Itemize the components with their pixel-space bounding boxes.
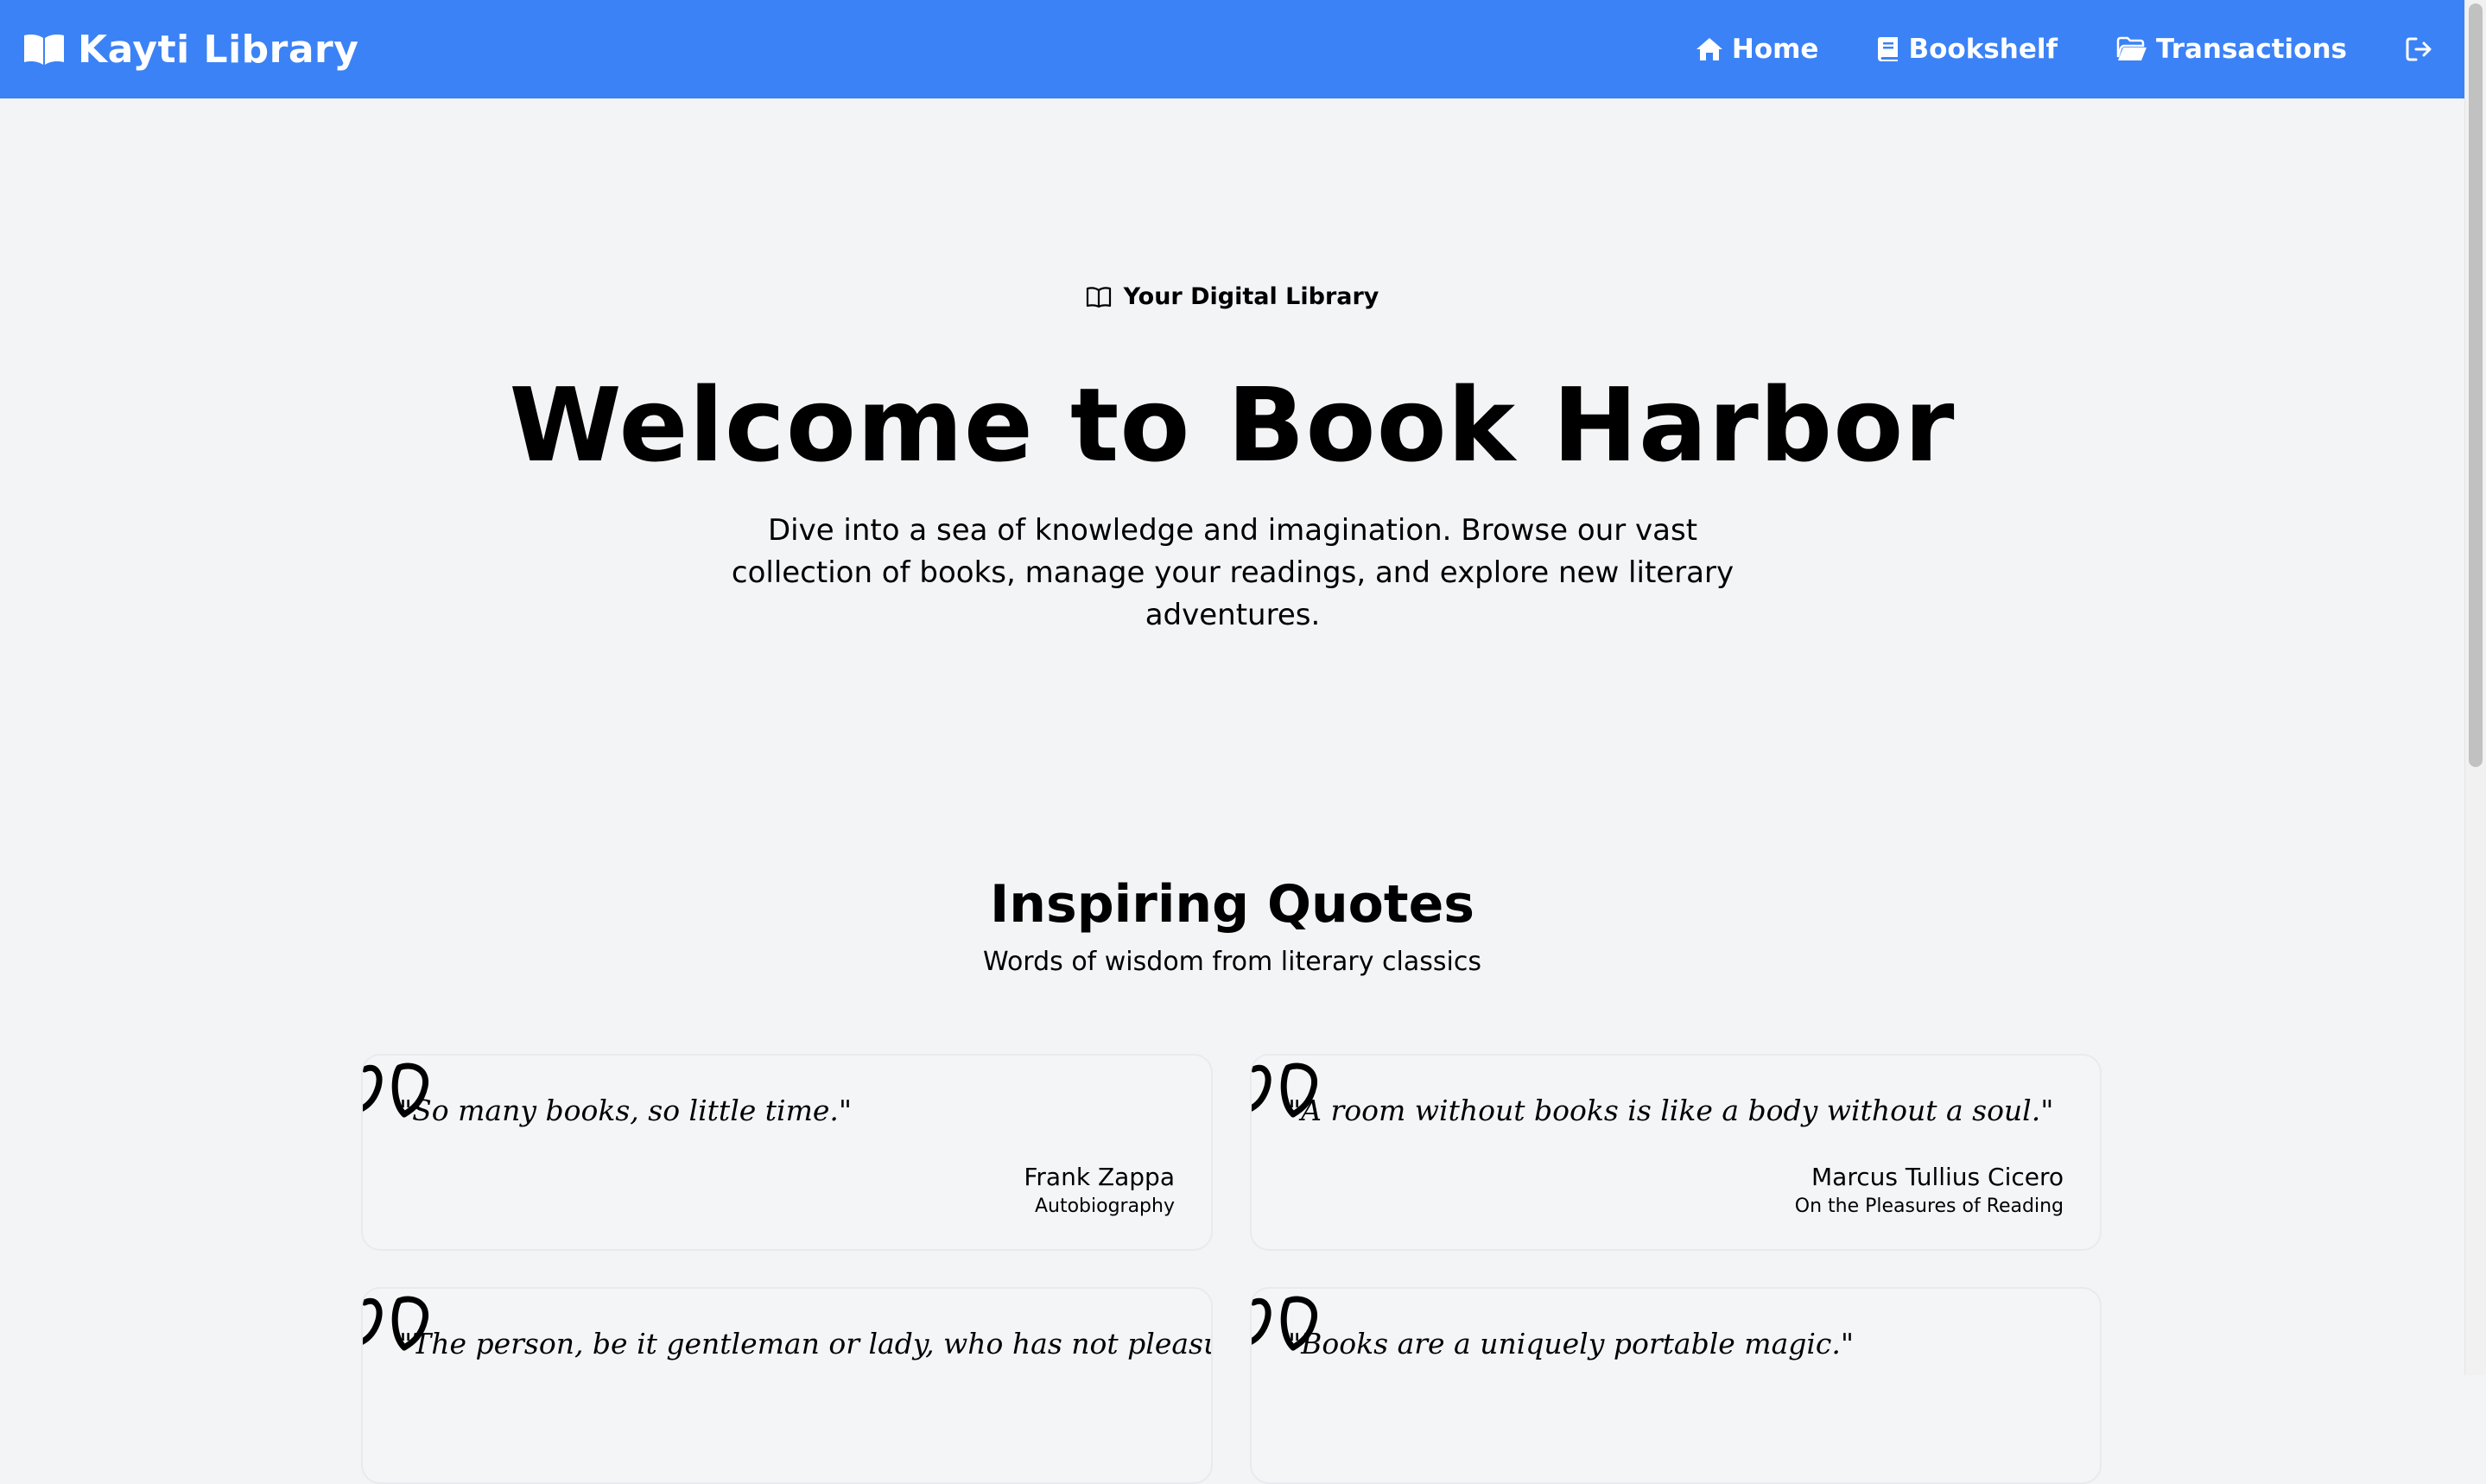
nav-bookshelf[interactable]: Bookshelf bbox=[1877, 34, 2058, 65]
quote-text: "A room without books is like a body wit… bbox=[1288, 1094, 2054, 1127]
quote-card: "So many books, so little time." Frank Z… bbox=[361, 1054, 1213, 1251]
book-open-outline-icon bbox=[1086, 286, 1111, 308]
hero-badge-label: Your Digital Library bbox=[1123, 283, 1379, 310]
quote-author: Frank Zappa bbox=[1024, 1163, 1175, 1191]
hero-title: Welcome to Book Harbor bbox=[509, 365, 1956, 485]
quote-card: "Books are a uniquely portable magic." bbox=[1250, 1287, 2102, 1484]
quotes-section-subtitle: Words of wisdom from literary classics bbox=[983, 947, 1481, 977]
quotes-section-title: Inspiring Quotes bbox=[989, 874, 1474, 935]
quote-text: "Books are a uniquely portable magic." bbox=[1288, 1327, 1855, 1360]
quote-card: "A room without books is like a body wit… bbox=[1250, 1054, 2102, 1251]
quote-card: "The person, be it gentleman or lady, wh… bbox=[361, 1287, 1213, 1484]
nav-transactions[interactable]: Transactions bbox=[2116, 34, 2347, 65]
brand-logo[interactable]: Kayti Library bbox=[22, 28, 358, 72]
logout-button[interactable] bbox=[2406, 36, 2433, 62]
brand-name: Kayti Library bbox=[78, 27, 359, 72]
folder-open-icon bbox=[2116, 36, 2147, 60]
quote-source: Autobiography bbox=[1034, 1195, 1175, 1217]
quote-source: On the Pleasures of Reading bbox=[1794, 1195, 2064, 1217]
book-open-icon bbox=[24, 35, 64, 65]
nav-links: Home Bookshelf Transactions bbox=[1696, 34, 2433, 65]
quote-author: Marcus Tullius Cicero bbox=[1811, 1163, 2064, 1191]
scrollbar-thumb[interactable] bbox=[2469, 3, 2483, 767]
logout-icon bbox=[2406, 37, 2432, 61]
hero-badge: Your Digital Library bbox=[0, 283, 2464, 310]
book-icon bbox=[1878, 37, 1899, 61]
quote-text: "The person, be it gentleman or lady, wh… bbox=[399, 1327, 1211, 1360]
hero-description: Dive into a sea of knowledge and imagina… bbox=[731, 513, 1734, 632]
navbar: Kayti Library Home Bookshelf Transaction… bbox=[0, 0, 2464, 98]
home-icon bbox=[1696, 38, 1722, 60]
nav-transactions-label: Transactions bbox=[2155, 34, 2347, 65]
nav-home[interactable]: Home bbox=[1696, 34, 1819, 65]
nav-home-label: Home bbox=[1731, 34, 1819, 65]
page-scrollbar[interactable] bbox=[2464, 0, 2486, 1375]
nav-bookshelf-label: Bookshelf bbox=[1908, 34, 2058, 65]
quote-text: "So many books, so little time." bbox=[399, 1094, 853, 1127]
